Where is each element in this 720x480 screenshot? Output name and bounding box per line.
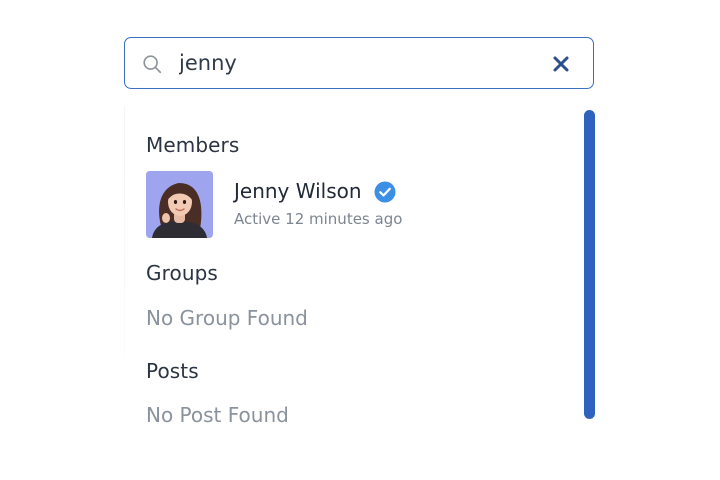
results-panel: Members Jenny Wilson Active 12 minutes a…	[124, 106, 596, 427]
member-result-row[interactable]: Jenny Wilson Active 12 minutes ago	[146, 171, 566, 241]
search-icon	[143, 55, 162, 74]
members-section-title: Members	[146, 133, 240, 157]
member-status: Active 12 minutes ago	[234, 210, 403, 228]
groups-empty-text: No Group Found	[146, 306, 308, 330]
search-box[interactable]	[124, 37, 594, 89]
verified-badge-icon	[374, 181, 396, 203]
avatar-illustration	[146, 171, 213, 238]
close-icon[interactable]	[551, 54, 571, 74]
search-input[interactable]	[179, 46, 539, 80]
posts-section-title: Posts	[146, 359, 199, 383]
posts-empty-text: No Post Found	[146, 403, 289, 427]
avatar	[146, 171, 213, 238]
results-scrollbar[interactable]	[584, 110, 595, 419]
groups-section-title: Groups	[146, 261, 218, 285]
member-name: Jenny Wilson	[234, 179, 362, 203]
search-dropdown: Members	[0, 0, 720, 480]
